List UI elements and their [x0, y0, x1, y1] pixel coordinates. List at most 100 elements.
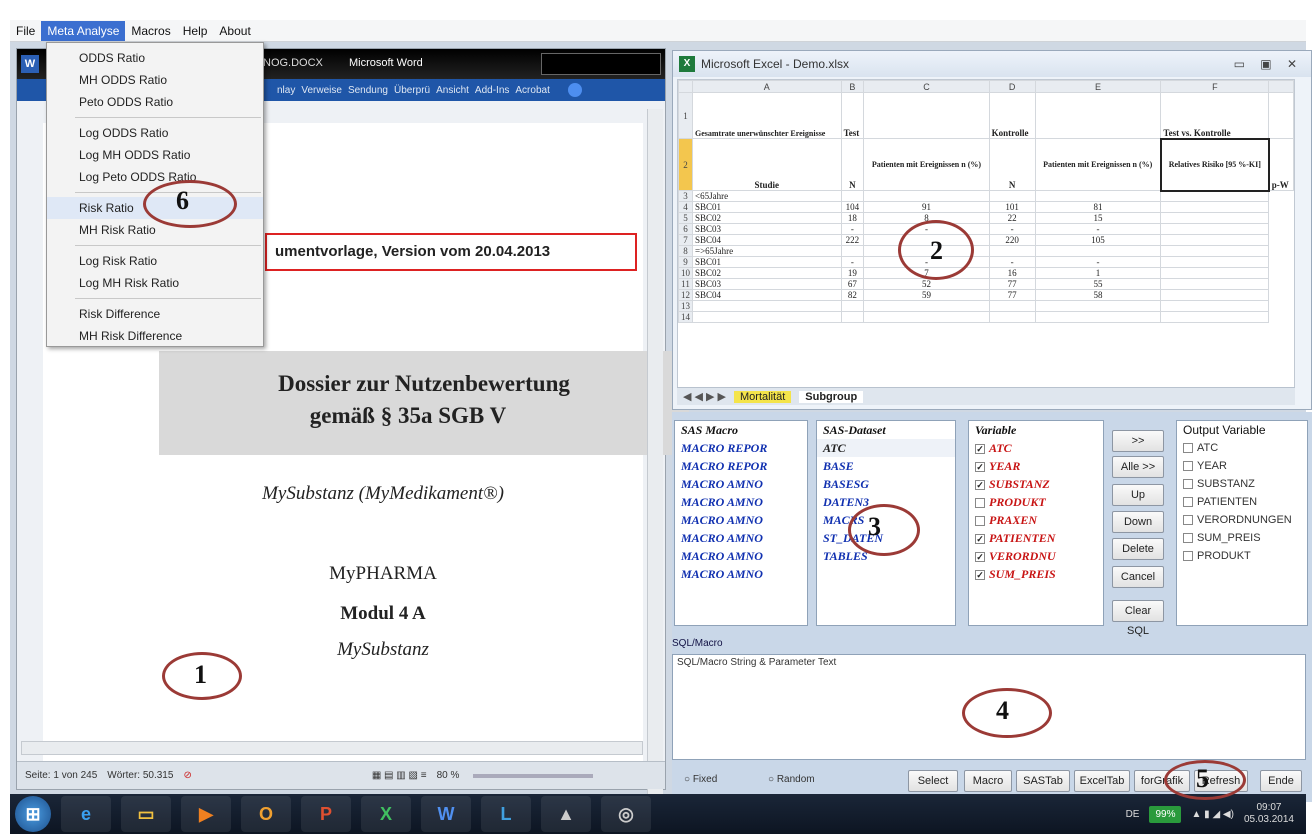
excel-grid[interactable]: A B C D E F 1 Gesamtrate unerwünschter E…	[677, 79, 1295, 399]
table-cell[interactable]	[840, 190, 865, 202]
cell-c1[interactable]	[863, 92, 990, 139]
col-header[interactable]: B	[840, 80, 865, 93]
list-item[interactable]: MACRO AMNO	[675, 493, 807, 511]
outlook-icon[interactable]: O	[241, 796, 291, 832]
macro-button[interactable]: Macro	[964, 770, 1012, 792]
table-cell[interactable]: SBC04	[692, 234, 842, 246]
help-icon[interactable]	[567, 83, 582, 97]
row-header[interactable]: 6	[678, 223, 693, 235]
col-header[interactable]: C	[863, 80, 990, 93]
sas-variable-list[interactable]: Variable ✓ ATC ✓ YEAR ✓ SUBSTANZ PRODUKT PRAXEN…	[968, 420, 1104, 626]
variable-item[interactable]: ✓ SUM_PREIS	[969, 565, 1103, 583]
row-header[interactable]: 11	[678, 278, 693, 290]
checkbox-icon[interactable]	[1183, 497, 1193, 508]
list-item[interactable]: MACRO REPOR	[675, 439, 807, 457]
battery-indicator[interactable]: 99%	[1149, 805, 1182, 823]
menu-item-log-mh-risk-ratio[interactable]: Log MH Risk Ratio	[47, 272, 263, 294]
table-cell[interactable]: 77	[988, 289, 1036, 301]
table-cell[interactable]	[1034, 300, 1162, 312]
output-item[interactable]: YEAR	[1177, 457, 1307, 475]
table-cell[interactable]	[1160, 289, 1270, 301]
zoom-slider[interactable]	[473, 773, 594, 778]
table-cell[interactable]	[988, 190, 1036, 202]
table-cell[interactable]: 19	[840, 267, 865, 279]
add-all-button[interactable]: Alle >>	[1112, 456, 1164, 478]
sastab-button[interactable]: SASTab	[1016, 770, 1070, 792]
output-item[interactable]: PATIENTEN	[1177, 493, 1307, 511]
table-cell[interactable]	[840, 311, 865, 323]
ribbon-tab[interactable]: Add-Ins	[475, 85, 509, 96]
excel-taskbar-icon[interactable]: X	[361, 796, 411, 832]
col-header[interactable]: A	[692, 80, 842, 93]
row-header[interactable]: 3	[678, 190, 693, 202]
table-cell[interactable]	[840, 245, 865, 257]
table-cell[interactable]: SBC03	[692, 223, 842, 235]
up-button[interactable]: Up	[1112, 484, 1164, 506]
radio-random[interactable]: ○ Random	[768, 774, 815, 785]
menu-item-log-mh-odds-ratio[interactable]: Log MH ODDS Ratio	[47, 144, 263, 166]
word-vertical-scrollbar[interactable]	[647, 109, 663, 799]
table-cell[interactable]: SBC02	[692, 212, 842, 224]
table-cell[interactable]: 18	[840, 212, 865, 224]
proofing-icon[interactable]: ⊘	[183, 770, 191, 781]
language-indicator[interactable]: DE	[1126, 809, 1140, 820]
menu-item-peto-odds-ratio[interactable]: Peto ODDS Ratio	[47, 91, 263, 113]
menu-help[interactable]: Help	[177, 21, 214, 41]
table-cell[interactable]: 52	[863, 278, 990, 290]
col-header[interactable]: D	[988, 80, 1036, 93]
cell-f1[interactable]: Test vs. Kontrolle	[1160, 92, 1270, 139]
output-item[interactable]: ATC	[1177, 439, 1307, 457]
row-header[interactable]: 8	[678, 245, 693, 257]
menu-item-mh-risk-ratio[interactable]: MH Risk Ratio	[47, 219, 263, 241]
cell-d1[interactable]: Kontrolle	[988, 92, 1036, 139]
table-cell[interactable]	[840, 300, 865, 312]
table-cell[interactable]	[863, 300, 990, 312]
ribbon-tab[interactable]: Überprü	[394, 85, 430, 96]
ribbon-tab[interactable]: Sendung	[348, 85, 388, 96]
table-cell[interactable]	[1160, 212, 1270, 224]
menu-file[interactable]: File	[10, 21, 41, 41]
table-cell[interactable]	[1034, 245, 1162, 257]
window-controls-icon[interactable]: ▭ ▣ ✕	[1234, 57, 1303, 71]
table-cell[interactable]: 22	[988, 212, 1036, 224]
cell-a1[interactable]: Gesamtrate unerwünschter Ereignisse	[692, 92, 842, 139]
variable-item[interactable]: ✓ SUBSTANZ	[969, 475, 1103, 493]
table-cell[interactable]: 58	[1034, 289, 1162, 301]
powerpoint-icon[interactable]: P	[301, 796, 351, 832]
col-header[interactable]: F	[1160, 80, 1270, 93]
table-cell[interactable]: <65Jahre	[692, 190, 842, 202]
sheet-tab-subgroup[interactable]: Subgroup	[799, 390, 864, 403]
table-cell[interactable]: 16	[988, 267, 1036, 279]
table-cell[interactable]: 222	[840, 234, 865, 246]
checkbox-icon[interactable]: ✓	[975, 480, 985, 491]
table-cell[interactable]: -	[1034, 256, 1162, 268]
col-header[interactable]: E	[1034, 80, 1162, 93]
checkbox-icon[interactable]	[975, 516, 985, 527]
menu-item-log-odds-ratio[interactable]: Log ODDS Ratio	[47, 122, 263, 144]
app-icon[interactable]: ▲	[541, 796, 591, 832]
menu-macros[interactable]: Macros	[125, 21, 176, 41]
table-cell[interactable]: -	[988, 256, 1036, 268]
menu-item-mh-risk-difference[interactable]: MH Risk Difference	[47, 325, 263, 347]
table-cell[interactable]	[692, 311, 842, 323]
table-cell[interactable]: -	[840, 256, 865, 268]
list-item[interactable]: MACRO REPOR	[675, 457, 807, 475]
down-button[interactable]: Down	[1112, 511, 1164, 533]
cell-c2[interactable]: Patienten mit Ereignissen n (%)	[863, 138, 990, 191]
table-cell[interactable]: 77	[988, 278, 1036, 290]
table-cell[interactable]: SBC03	[692, 278, 842, 290]
table-cell[interactable]: SBC04	[692, 289, 842, 301]
menu-item-mh-odds-ratio[interactable]: MH ODDS Ratio	[47, 69, 263, 91]
table-cell[interactable]	[988, 311, 1036, 323]
table-cell[interactable]	[1034, 190, 1162, 202]
checkbox-icon[interactable]: ✓	[975, 570, 985, 581]
list-item[interactable]: MACRO AMNO	[675, 529, 807, 547]
table-cell[interactable]: 81	[1034, 201, 1162, 213]
table-cell[interactable]	[1160, 278, 1270, 290]
table-cell[interactable]	[988, 300, 1036, 312]
row-header[interactable]: 13	[678, 300, 693, 312]
cell-b2[interactable]: N	[840, 138, 865, 191]
delete-button[interactable]: Delete	[1112, 538, 1164, 560]
clock[interactable]: 09:07 05.03.2014	[1244, 802, 1294, 826]
table-cell[interactable]	[1160, 223, 1270, 235]
